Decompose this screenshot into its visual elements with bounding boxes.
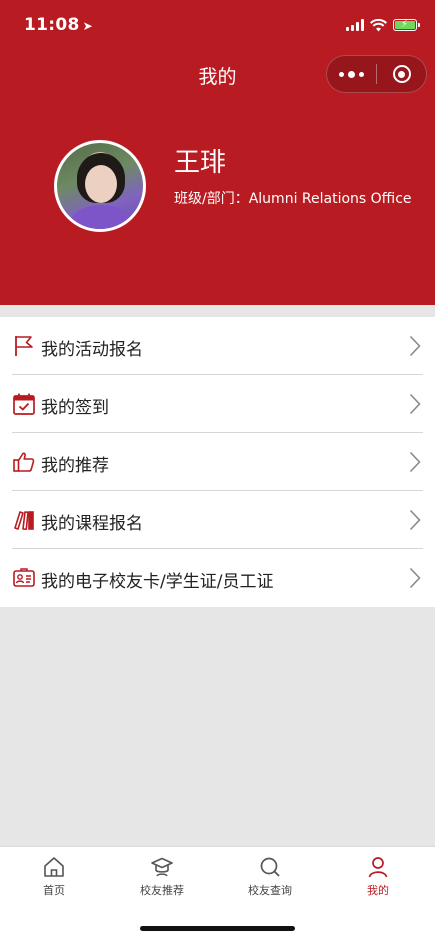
profile-header: 11:08 ➤ ⚡ 我的 王琲 班级/部门：Alumni Relations Of… bbox=[0, 0, 435, 305]
status-time-text: 11:08 bbox=[24, 15, 80, 35]
menu-item-label: 我的电子校友卡/学生证/员工证 bbox=[41, 572, 274, 592]
graduation-cap-icon bbox=[151, 857, 173, 877]
calendar-check-icon bbox=[13, 393, 35, 415]
miniprogram-capsule bbox=[326, 55, 427, 93]
thumbs-up-icon bbox=[13, 452, 35, 472]
tab-alumni-recommend[interactable]: 校友推荐 bbox=[108, 847, 216, 903]
menu-item-recommendations[interactable]: 我的推荐 bbox=[0, 433, 435, 491]
person-icon bbox=[368, 857, 388, 878]
tab-alumni-search[interactable]: 校友查询 bbox=[216, 847, 324, 903]
location-arrow-icon: ➤ bbox=[82, 19, 93, 33]
books-icon bbox=[14, 511, 34, 530]
tab-home[interactable]: 首页 bbox=[0, 847, 108, 903]
tab-label: 校友查询 bbox=[248, 884, 292, 897]
menu-item-label: 我的推荐 bbox=[41, 456, 109, 476]
chevron-right-icon bbox=[409, 451, 421, 473]
tab-label: 首页 bbox=[43, 884, 65, 897]
flag-icon bbox=[15, 336, 33, 356]
cellular-signal-icon bbox=[346, 19, 364, 31]
avatar[interactable] bbox=[54, 140, 146, 232]
tab-label: 校友推荐 bbox=[140, 884, 184, 897]
more-options-icon[interactable] bbox=[327, 70, 376, 78]
user-name: 王琲 bbox=[174, 148, 227, 178]
battery-icon: ⚡ bbox=[393, 19, 420, 31]
id-card-icon bbox=[13, 568, 35, 587]
home-icon bbox=[44, 857, 64, 877]
menu-list: 我的活动报名 我的签到 我的推荐 我的课程报名 我的电子校友卡/学生证/员工证 bbox=[0, 317, 435, 607]
chevron-right-icon bbox=[409, 393, 421, 415]
menu-item-alumni-card[interactable]: 我的电子校友卡/学生证/员工证 bbox=[0, 549, 435, 607]
chevron-right-icon bbox=[409, 567, 421, 589]
menu-item-checkin[interactable]: 我的签到 bbox=[0, 375, 435, 433]
menu-item-activity-signup[interactable]: 我的活动报名 bbox=[0, 317, 435, 375]
menu-item-label: 我的活动报名 bbox=[41, 340, 143, 360]
status-indicators: ⚡ bbox=[346, 17, 420, 33]
home-indicator[interactable] bbox=[140, 926, 295, 931]
search-icon bbox=[260, 857, 280, 877]
tab-mine[interactable]: 我的 bbox=[324, 847, 432, 903]
menu-item-label: 我的课程报名 bbox=[41, 514, 143, 534]
status-time: 11:08 ➤ bbox=[24, 15, 93, 35]
tab-label: 我的 bbox=[367, 884, 389, 897]
chevron-right-icon bbox=[409, 335, 421, 357]
chevron-right-icon bbox=[409, 509, 421, 531]
close-miniprogram-icon[interactable] bbox=[377, 65, 426, 83]
menu-item-course-signup[interactable]: 我的课程报名 bbox=[0, 491, 435, 549]
wifi-icon bbox=[370, 18, 387, 31]
user-department: 班级/部门：Alumni Relations Office bbox=[174, 191, 412, 207]
menu-item-label: 我的签到 bbox=[41, 398, 109, 418]
